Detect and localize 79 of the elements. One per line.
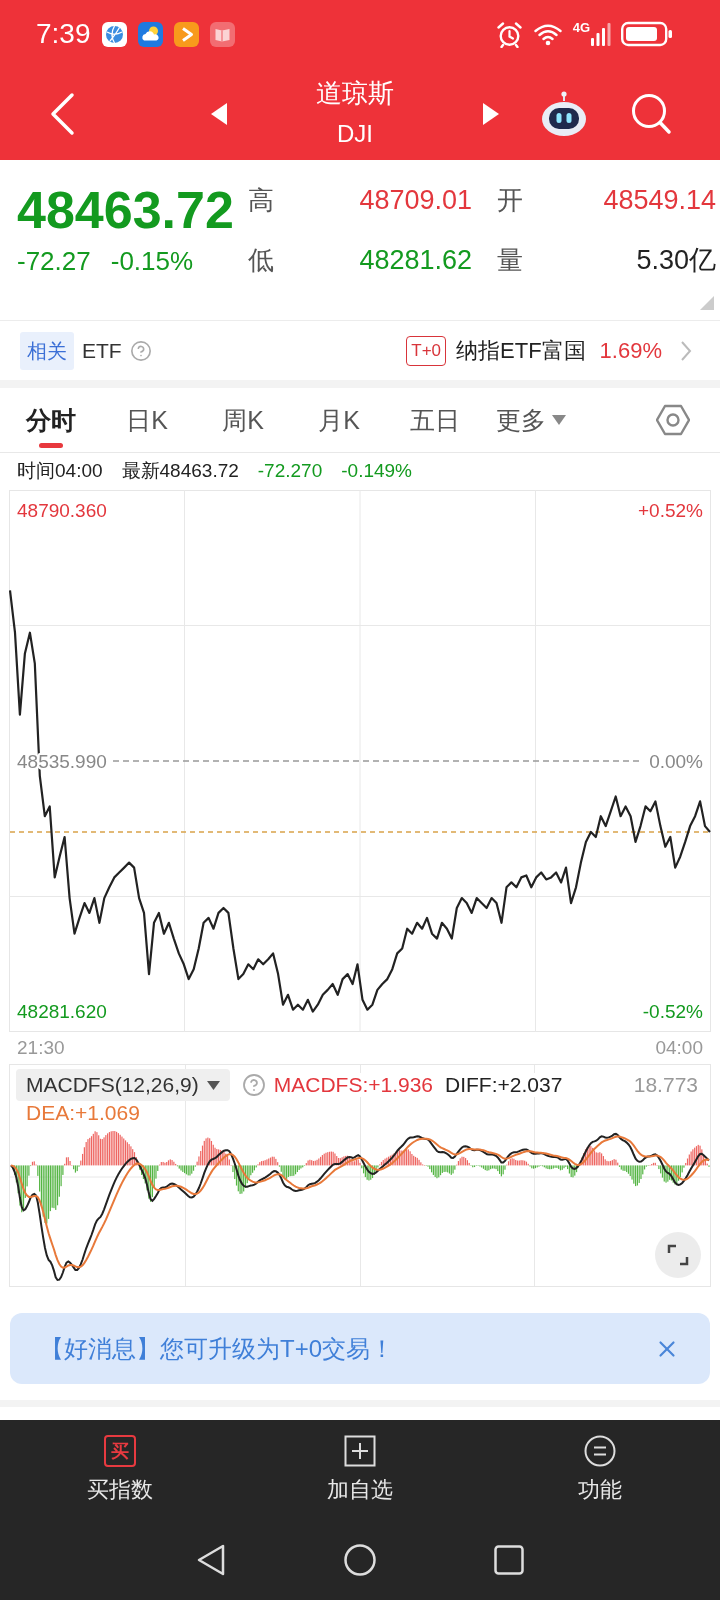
stat-value: 48709.01 bbox=[359, 184, 472, 216]
chart-tab[interactable]: 日K bbox=[99, 388, 195, 452]
stat-value: 48281.62 bbox=[359, 244, 472, 276]
system-back-button[interactable] bbox=[196, 1543, 226, 1577]
stat-label: 高 bbox=[248, 183, 275, 217]
macd-reading: DIFF:+2.037 bbox=[445, 1073, 563, 1097]
price-axis-label: 48281.620 bbox=[17, 1001, 107, 1023]
status-time: 7:39 bbox=[36, 18, 91, 50]
plus-square-icon bbox=[344, 1435, 376, 1467]
settings-icon bbox=[656, 404, 690, 436]
stat-value: 5.30亿 bbox=[636, 244, 716, 277]
latest-reading: 最新48463.72 bbox=[121, 458, 239, 483]
right-triangle-icon bbox=[482, 102, 500, 126]
help-icon[interactable] bbox=[129, 339, 152, 362]
wifi-icon bbox=[532, 22, 563, 46]
percent-reading: -0.149% bbox=[341, 459, 413, 482]
stat-label: 低 bbox=[248, 243, 275, 277]
menu-icon bbox=[584, 1435, 616, 1467]
caret-icon bbox=[206, 1080, 220, 1090]
previous-button[interactable] bbox=[210, 102, 228, 126]
caret-icon bbox=[552, 415, 566, 425]
fund-name-link[interactable]: 纳指ETF富国 bbox=[456, 335, 586, 366]
chart-tab[interactable]: 更多 bbox=[483, 388, 579, 452]
macd-reading: MACDFS:+1.936 bbox=[273, 1073, 434, 1097]
stat-label: 开 bbox=[496, 183, 524, 217]
percent-change: -0.15% bbox=[110, 245, 194, 278]
back-icon bbox=[48, 92, 76, 136]
next-button[interactable] bbox=[482, 102, 500, 126]
bottom-nav-item[interactable]: 加自选 bbox=[319, 1420, 401, 1503]
left-triangle-icon bbox=[210, 102, 228, 126]
signal-icon bbox=[591, 22, 611, 46]
buy-tile: 买 bbox=[104, 1435, 136, 1467]
related-tag: 相关 bbox=[20, 331, 74, 370]
weather-app-icon bbox=[137, 21, 163, 47]
index-name: 道琼斯 bbox=[316, 77, 394, 109]
percent-axis-label: +0.52% bbox=[638, 499, 703, 521]
bottom-nav-item[interactable]: 功能 bbox=[570, 1420, 630, 1503]
price-change: -72.27 bbox=[17, 245, 91, 278]
stat-label: 量 bbox=[496, 243, 524, 277]
time-reading: 时间04:00 bbox=[17, 458, 103, 483]
time-axis-label: 04:00 bbox=[655, 1037, 703, 1059]
percent-axis-label: 0.00% bbox=[649, 750, 703, 772]
robot-icon bbox=[540, 91, 588, 137]
chart-tab[interactable]: 周K bbox=[195, 388, 291, 452]
stat-value: 48549.14 bbox=[603, 184, 716, 216]
percent-axis-label: -0.52% bbox=[642, 1001, 703, 1023]
change-reading: -72.270 bbox=[257, 459, 323, 482]
alarm-clock-icon bbox=[495, 20, 523, 48]
book-app-icon bbox=[209, 21, 235, 47]
bottom-nav-item[interactable]: 买 买指数 bbox=[79, 1420, 161, 1503]
chart-tab[interactable]: 分时 bbox=[3, 388, 99, 452]
fund-change: 1.69% bbox=[599, 337, 662, 364]
indicator-selector[interactable]: MACDFS(12,26,9) bbox=[16, 1069, 230, 1101]
banner-text: 【好消息】您可升级为T+0交易！ bbox=[40, 1333, 395, 1364]
price-axis-label: 48790.360 bbox=[17, 499, 107, 521]
last-price: 48463.72 bbox=[17, 184, 235, 236]
expand-icon bbox=[667, 1244, 689, 1266]
assistant-button[interactable] bbox=[540, 91, 588, 137]
t0-tag: T+0 bbox=[406, 335, 447, 366]
system-home-button[interactable] bbox=[344, 1544, 376, 1576]
network-type-label: 4G bbox=[572, 20, 590, 35]
battery-icon bbox=[621, 21, 673, 47]
globe-app-icon bbox=[101, 21, 127, 47]
home-icon bbox=[344, 1544, 376, 1576]
search-icon bbox=[630, 92, 672, 136]
search-button[interactable] bbox=[630, 92, 672, 136]
help-icon[interactable] bbox=[241, 1073, 266, 1097]
macd-max-label: 18.773 bbox=[633, 1073, 698, 1097]
etf-label: ETF bbox=[82, 338, 122, 363]
system-recents-button[interactable] bbox=[494, 1545, 524, 1575]
play-app-icon bbox=[173, 21, 199, 47]
expand-button[interactable] bbox=[655, 1232, 701, 1278]
index-code: DJI bbox=[337, 119, 373, 149]
back-icon bbox=[196, 1543, 226, 1577]
recents-icon bbox=[494, 1545, 524, 1575]
chart-tab[interactable]: 五日 bbox=[387, 388, 483, 452]
back-button[interactable] bbox=[48, 92, 76, 136]
chart-tab[interactable]: 月K bbox=[291, 388, 387, 452]
time-axis-label: 21:30 bbox=[17, 1037, 65, 1059]
